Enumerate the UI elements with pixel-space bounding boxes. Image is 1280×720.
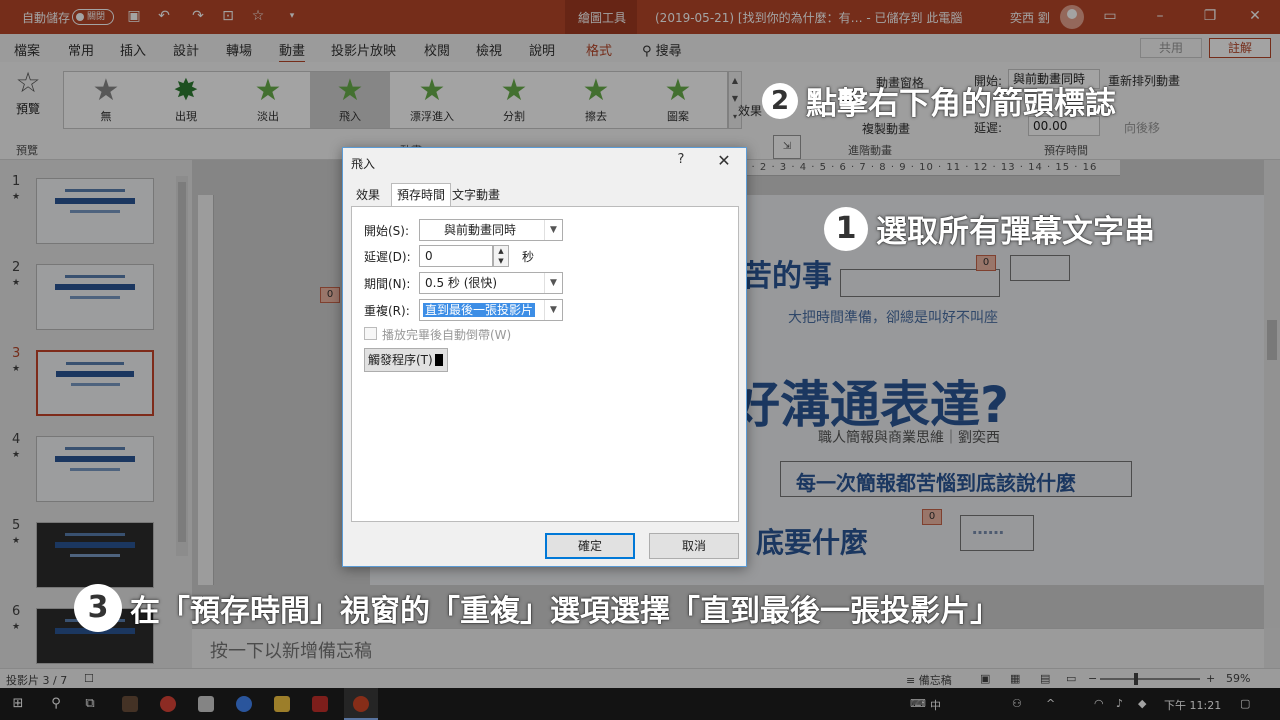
start-select[interactable]: 與前動畫同時 ▼ (419, 219, 563, 241)
ok-label: 確定 (577, 539, 602, 553)
annotation-step-2: 2 點擊右下角的箭頭標誌 (762, 78, 1116, 123)
repeat-label: 重複(R): (364, 304, 410, 318)
timing-panel: 開始(S): 與前動畫同時 ▼ 延遲(D): 0 ▲ ▼ 秒 期間(N): 0.5 … (351, 206, 739, 522)
rewind-checkbox[interactable] (364, 327, 377, 340)
ok-button[interactable]: 確定 (545, 533, 635, 559)
spin-up-icon[interactable]: ▲ (494, 246, 508, 256)
delay-value: 0 (425, 249, 433, 263)
delay-unit: 秒 (522, 250, 535, 264)
chevron-down-icon: ▼ (544, 300, 562, 320)
trigger-label: 觸發程序(T) (368, 353, 433, 367)
tab-text-animation[interactable]: 文字動畫 (447, 186, 505, 206)
help-icon[interactable]: ? (673, 152, 689, 170)
step-number: 2 (762, 82, 798, 119)
fly-in-dialog: 飛入 ? ✕ 效果 預存時間 文字動畫 開始(S): 與前動畫同時 ▼ 延遲(D)… (342, 147, 747, 567)
delay-spinner[interactable]: ▲ ▼ (493, 245, 509, 267)
cancel-button[interactable]: 取消 (649, 533, 739, 559)
rewind-label: 播放完畢後自動倒帶(W) (382, 328, 512, 342)
tab-timing[interactable]: 預存時間 (391, 183, 452, 207)
cancel-label: 取消 (681, 539, 706, 553)
start-label: 開始(S): (364, 224, 410, 238)
chevron-down-icon: ▼ (544, 220, 562, 240)
delay-input[interactable]: 0 (419, 245, 493, 267)
trigger-button[interactable]: 觸發程序(T) (364, 348, 448, 372)
annotation-step-3: 3 在「預存時間」視窗的「重複」選項選擇「直到最後一張投影片」 (74, 584, 1000, 632)
step-number: 3 (74, 584, 122, 632)
delay-label: 延遲(D): (364, 250, 411, 264)
tab-effect[interactable]: 效果 (351, 186, 385, 206)
duration-value: 0.5 秒 (很快) (425, 276, 498, 290)
annotation-text: 點擊右下角的箭頭標誌 (806, 86, 1116, 122)
duration-label: 期間(N): (364, 277, 411, 291)
annotation-text: 在「預存時間」視窗的「重複」選項選擇「直到最後一張投影片」 (130, 594, 1000, 629)
cursor-block (435, 354, 443, 366)
step-number: 1 (824, 206, 868, 251)
chevron-down-icon: ▼ (544, 273, 562, 293)
annotation-text: 選取所有彈幕文字串 (876, 214, 1155, 250)
close-icon[interactable]: ✕ (715, 151, 733, 171)
repeat-select[interactable]: 直到最後一張投影片 ▼ (419, 299, 563, 321)
duration-select[interactable]: 0.5 秒 (很快) ▼ (419, 272, 563, 294)
annotation-step-1: 1 選取所有彈幕文字串 (824, 206, 1155, 251)
dialog-title: 飛入 (351, 157, 376, 171)
start-value: 與前動畫同時 (444, 223, 517, 237)
repeat-value: 直到最後一張投影片 (423, 303, 536, 317)
spin-down-icon[interactable]: ▼ (494, 256, 508, 266)
